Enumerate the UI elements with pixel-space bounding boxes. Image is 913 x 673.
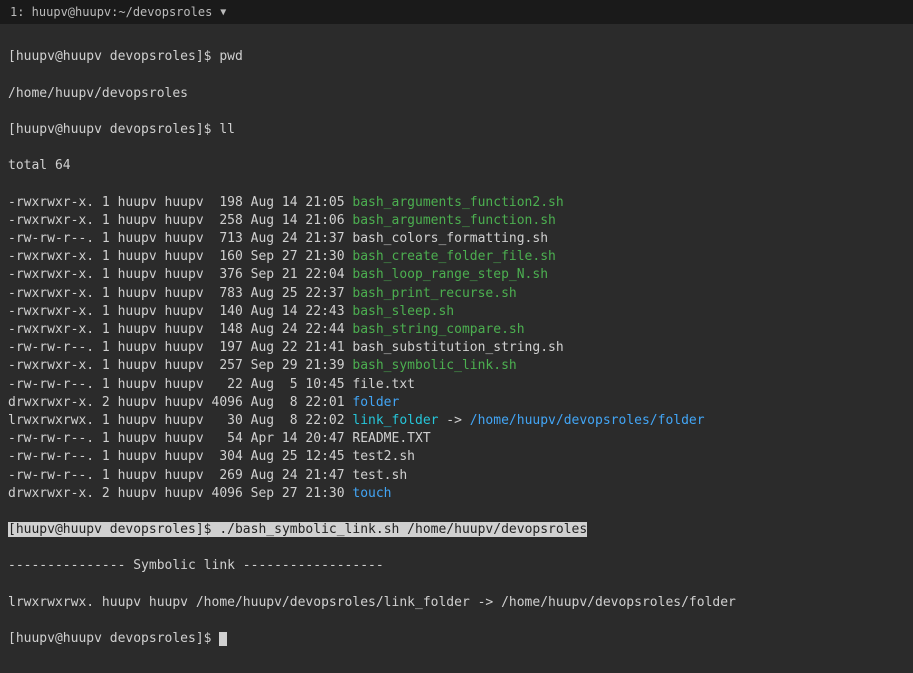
file-row: -rw-rw-r--. 1 huupv huupv 22 Aug 5 10:45… <box>8 376 905 394</box>
cursor <box>219 632 227 646</box>
terminal-output[interactable]: [huupv@huupv devopsroles]$ pwd /home/huu… <box>0 24 913 673</box>
file-row: -rwxrwxr-x. 1 huupv huupv 148 Aug 24 22:… <box>8 321 905 339</box>
file-row: -rwxrwxr-x. 1 huupv huupv 160 Sep 27 21:… <box>8 248 905 266</box>
prompt: [huupv@huupv devopsroles]$ <box>8 631 219 646</box>
prompt: [huupv@huupv devopsroles]$ <box>8 122 219 137</box>
file-row: -rw-rw-r--. 1 huupv huupv 269 Aug 24 21:… <box>8 467 905 485</box>
file-row: -rwxrwxr-x. 1 huupv huupv 783 Aug 25 22:… <box>8 285 905 303</box>
titlebar-text: 1: huupv@huupv:~/devopsroles <box>10 5 212 19</box>
prompt-line-3: [huupv@huupv devopsroles]$ ./bash_symbol… <box>8 521 905 539</box>
command: ll <box>219 122 235 137</box>
file-row: lrwxrwxrwx. 1 huupv huupv 30 Aug 8 22:02… <box>8 412 905 430</box>
file-row: -rwxrwxr-x. 1 huupv huupv 198 Aug 14 21:… <box>8 194 905 212</box>
command: pwd <box>219 49 242 64</box>
prompt-line-2: [huupv@huupv devopsroles]$ ll <box>8 121 905 139</box>
prompt-line-4: [huupv@huupv devopsroles]$ <box>8 630 905 648</box>
file-row: -rw-rw-r--. 1 huupv huupv 197 Aug 22 21:… <box>8 339 905 357</box>
file-row: drwxrwxr-x. 2 huupv huupv 4096 Aug 8 22:… <box>8 394 905 412</box>
file-row: -rw-rw-r--. 1 huupv huupv 304 Aug 25 12:… <box>8 448 905 466</box>
symbolic-output: lrwxrwxrwx. huupv huupv /home/huupv/devo… <box>8 594 905 612</box>
file-row: -rwxrwxr-x. 1 huupv huupv 140 Aug 14 22:… <box>8 303 905 321</box>
file-row: -rw-rw-r--. 1 huupv huupv 54 Apr 14 20:4… <box>8 430 905 448</box>
titlebar[interactable]: 1: huupv@huupv:~/devopsroles ▼ <box>0 0 913 24</box>
file-row: -rwxrwxr-x. 1 huupv huupv 376 Sep 21 22:… <box>8 266 905 284</box>
dropdown-icon[interactable]: ▼ <box>220 7 226 18</box>
pwd-output: /home/huupv/devopsroles <box>8 85 905 103</box>
prompt-highlighted: [huupv@huupv devopsroles]$ ./bash_symbol… <box>8 522 587 537</box>
prompt: [huupv@huupv devopsroles]$ <box>8 49 219 64</box>
file-listing: -rwxrwxr-x. 1 huupv huupv 198 Aug 14 21:… <box>8 194 905 503</box>
file-row: -rwxrwxr-x. 1 huupv huupv 257 Sep 29 21:… <box>8 357 905 375</box>
file-row: drwxrwxr-x. 2 huupv huupv 4096 Sep 27 21… <box>8 485 905 503</box>
file-row: -rw-rw-r--. 1 huupv huupv 713 Aug 24 21:… <box>8 230 905 248</box>
total-line: total 64 <box>8 157 905 175</box>
prompt-line-1: [huupv@huupv devopsroles]$ pwd <box>8 48 905 66</box>
symbolic-header: --------------- Symbolic link ----------… <box>8 557 905 575</box>
file-row: -rwxrwxr-x. 1 huupv huupv 258 Aug 14 21:… <box>8 212 905 230</box>
